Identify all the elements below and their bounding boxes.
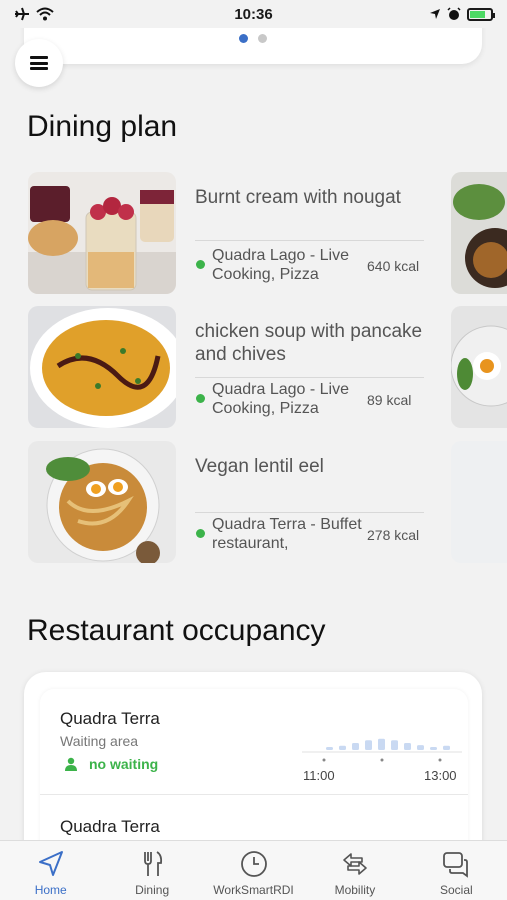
dish-image [28,306,176,428]
restaurant-name[interactable]: Quadra Terra [60,817,160,837]
next-dish-card-peek[interactable] [451,306,507,428]
battery-icon [467,7,495,21]
forecast-end-time: 13:00 [424,768,457,783]
next-dish-card-peek[interactable] [451,441,507,563]
forecast-start-time: 11:00 [303,768,335,783]
forecast-bar [378,738,385,750]
clock-icon [240,851,267,877]
person-icon [65,757,77,771]
hamburger-icon [30,56,48,70]
dish-image [28,172,176,294]
tab-dining[interactable]: Dining [101,841,202,900]
forecast-bar [391,740,398,750]
tab-mobility[interactable]: Mobility [304,841,405,900]
divider [195,377,424,378]
occupancy-title: Restaurant occupancy [27,614,326,647]
forecast-bar [365,740,372,750]
dish-kcal: 89 kcal [367,392,412,408]
dish-location: Quadra Lago - Live Cooking, Pizza [212,247,349,283]
restaurant-area: Waiting area [60,733,139,749]
chat-bubbles-icon [443,852,469,878]
waiting-status-label: no waiting [89,756,159,772]
menu-button[interactable] [15,39,63,87]
forecast-bar [417,745,424,750]
dining-plan-title: Dining plan [27,110,178,143]
forecast-bar [443,745,450,750]
divider [195,240,424,241]
tab-label: Dining [135,883,170,897]
dish-kcal: 278 kcal [367,527,420,543]
carousel-pager [24,34,482,43]
tab-label: Mobility [334,883,376,897]
dish-kcal: 640 kcal [367,258,420,274]
divider [195,512,424,513]
next-dish-card-peek[interactable] [451,172,507,294]
dish-card[interactable]: Burnt cream with nougat Quadra Lago - Li… [28,172,428,294]
location-status-dot [196,260,205,269]
fork-knife-icon [144,851,163,876]
tab-social[interactable]: Social [406,841,507,900]
forecast-bars [302,738,462,762]
dish-name: Burnt cream with nougat [195,187,401,208]
tab-label: Home [34,883,67,897]
dish-name: chicken soup with pancake and chives [195,321,423,365]
forecast-bar [404,743,411,750]
pager-dot [258,34,267,43]
tab-bar: Home Dining WorkSmartRDI Mobility Social [0,840,507,900]
forecast-bar [430,747,437,750]
arrows-left-right-icon [343,853,367,875]
forecast-bar [339,745,346,750]
dish-card[interactable]: Vegan lentil eel Quadra Terra - Buffet r… [28,441,428,563]
dish-location: Quadra Terra - Buffet restaurant, [212,516,362,552]
location-status-dot [196,394,205,403]
divider [40,794,468,795]
tab-worksmartrdi[interactable]: WorkSmartRDI [203,841,304,900]
tab-label: WorkSmartRDI [213,883,294,897]
tab-home[interactable]: Home [0,841,101,900]
location-status-dot [196,529,205,538]
dish-name: Vegan lentil eel [195,456,324,477]
status-time: 10:36 [234,5,273,23]
dish-card[interactable]: chicken soup with pancake and chives Qua… [28,306,428,428]
occupancy-forecast-chart: 11:00 13:00 [300,730,465,785]
forecast-bar [352,743,359,750]
forecast-bar [326,747,333,750]
restaurant-name[interactable]: Quadra Terra [60,709,160,729]
dish-location: Quadra Lago - Live Cooking, Pizza [212,381,349,417]
pager-dot-active [239,34,248,43]
status-bar: 10:36 [0,0,507,28]
dish-image [28,441,176,563]
navigation-arrow-icon [38,851,63,876]
tab-label: Social [439,883,473,897]
waiting-status: no waiting [65,756,158,772]
